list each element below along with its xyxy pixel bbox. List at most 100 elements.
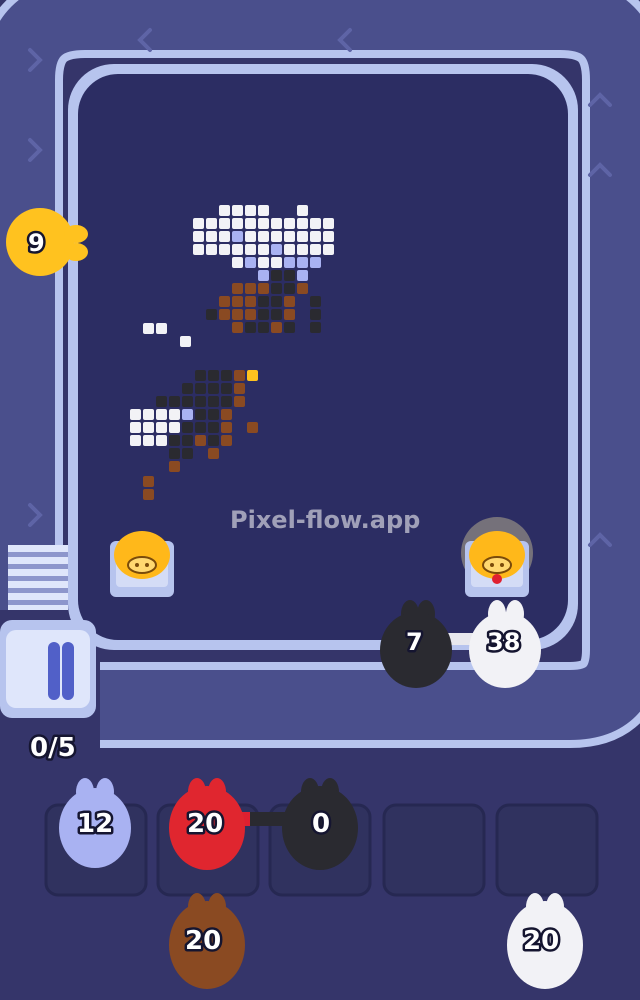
- pixel: [258, 296, 269, 307]
- queue-pig-lavender[interactable]: 12: [59, 778, 131, 868]
- pixel: [169, 435, 180, 446]
- pixel: [232, 283, 243, 294]
- pixel: [182, 396, 193, 407]
- pig-count: 20: [185, 926, 221, 956]
- pixel: [271, 231, 282, 242]
- pixel: [195, 370, 206, 381]
- pixel: [221, 422, 232, 433]
- pixel: [284, 244, 295, 255]
- pixel: [206, 309, 217, 320]
- pixel: [219, 309, 230, 320]
- reserve-pig-brown[interactable]: 20: [169, 893, 245, 989]
- pixel: [143, 476, 154, 487]
- game-board: Pixel-Flow.app Pixel-Flow.app 0/5 9 Pixe…: [0, 0, 640, 989]
- pixel: [245, 218, 256, 229]
- pig-count: 7: [406, 628, 423, 656]
- pixel: [130, 422, 141, 433]
- pixel: [195, 422, 206, 433]
- pixel: [310, 309, 321, 320]
- queue-pig-red[interactable]: 20: [169, 778, 245, 870]
- pixel: [271, 322, 282, 333]
- pixel: [297, 283, 308, 294]
- launcher[interactable]: [0, 620, 96, 718]
- pixel: [284, 309, 295, 320]
- pixel: [271, 283, 282, 294]
- pixel: [234, 370, 245, 381]
- queue-pig-black[interactable]: 0: [282, 778, 358, 870]
- pixel: [271, 218, 282, 229]
- pixel: [247, 422, 258, 433]
- reserve-pig-white[interactable]: 20: [507, 893, 583, 989]
- pixel: [221, 370, 232, 381]
- pixel: [219, 296, 230, 307]
- pixel: [221, 435, 232, 446]
- pixel: [182, 422, 193, 433]
- pixel: [182, 409, 193, 420]
- pixel: [232, 309, 243, 320]
- pig-count: 9: [28, 229, 45, 257]
- pixel: [195, 396, 206, 407]
- pixel: [232, 205, 243, 216]
- pixel: [284, 270, 295, 281]
- pixel: [156, 422, 167, 433]
- pixel: [247, 370, 258, 381]
- pixel: [195, 435, 206, 446]
- golden-pig-right[interactable]: [461, 517, 533, 597]
- pixel: [232, 244, 243, 255]
- pixel: [193, 218, 204, 229]
- pixel: [156, 409, 167, 420]
- pig-count: 12: [77, 809, 113, 839]
- pixel: [245, 244, 256, 255]
- pixel: [310, 257, 321, 268]
- pixel: [284, 283, 295, 294]
- pixel: [195, 409, 206, 420]
- pixel: [258, 205, 269, 216]
- pixel: [258, 322, 269, 333]
- pixel: [234, 383, 245, 394]
- pixel: [206, 244, 217, 255]
- pixel: [323, 218, 334, 229]
- pixel: [245, 296, 256, 307]
- golden-pig-left[interactable]: [110, 531, 174, 597]
- pixel: [310, 296, 321, 307]
- watermark: Pixel-flow.app: [230, 506, 420, 534]
- pixel: [323, 244, 334, 255]
- pixel: [143, 422, 154, 433]
- pixel: [284, 231, 295, 242]
- pixel: [271, 270, 282, 281]
- pixel: [169, 448, 180, 459]
- pixel: [258, 218, 269, 229]
- pixel: [130, 435, 141, 446]
- pixel: [234, 396, 245, 407]
- pixel: [258, 283, 269, 294]
- empty-slot[interactable]: [495, 803, 599, 897]
- pixel: [208, 383, 219, 394]
- pig-count: 38: [487, 628, 520, 656]
- queue-counter: 0/5: [30, 733, 76, 763]
- pixel: [156, 435, 167, 446]
- pixel: [193, 231, 204, 242]
- entry-stairs: [8, 545, 68, 610]
- pixel: [169, 422, 180, 433]
- pixel: [143, 323, 154, 334]
- pixel: [206, 218, 217, 229]
- pixel: [310, 231, 321, 242]
- pixel: [208, 448, 219, 459]
- pixel: [208, 409, 219, 420]
- pixel: [271, 309, 282, 320]
- pixel: [143, 409, 154, 420]
- pixel: [219, 205, 230, 216]
- pixel: [193, 244, 204, 255]
- pixel: [221, 396, 232, 407]
- pixel: [271, 257, 282, 268]
- pixel: [208, 422, 219, 433]
- pixel: [208, 435, 219, 446]
- pixel: [169, 461, 180, 472]
- pixel: [310, 244, 321, 255]
- pixel: [180, 336, 191, 347]
- pixel: [284, 218, 295, 229]
- pixel: [182, 435, 193, 446]
- pig-count: 20: [523, 926, 559, 956]
- pixel: [297, 218, 308, 229]
- empty-slot[interactable]: [382, 803, 486, 897]
